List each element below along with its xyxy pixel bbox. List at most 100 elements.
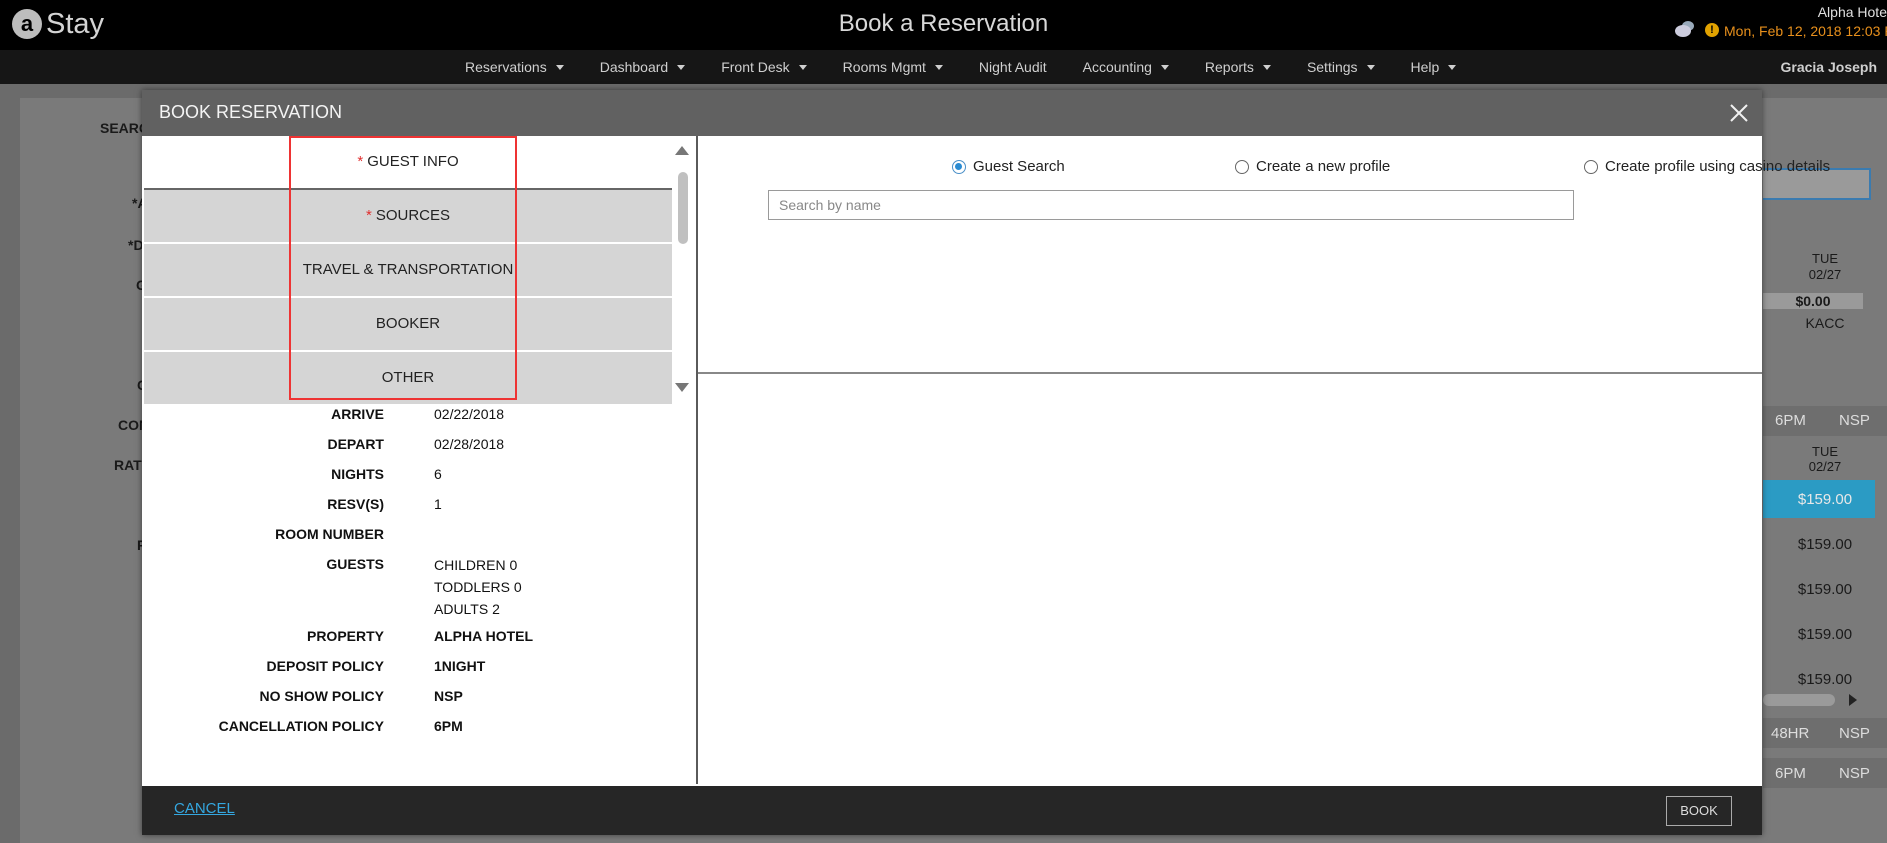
- guests-adults: ADULTS 2: [434, 601, 500, 617]
- dialog-title: BOOK RESERVATION: [159, 102, 343, 122]
- background-rate-grid: TUE 02/27 $0.00 KACC 6PM NSP TUE 02/27 4…: [1763, 108, 1887, 843]
- bg-code: KACC: [1805, 315, 1845, 331]
- radio-label: Create profile using casino details: [1605, 158, 1831, 175]
- detail-label: PROPERTY: [306, 628, 384, 644]
- bg-date: 02/27: [1808, 459, 1842, 474]
- bg-price: $159.00: [1797, 536, 1853, 553]
- radio-label: Guest Search: [973, 158, 1065, 175]
- highlight-box: [289, 136, 517, 400]
- chevron-down-icon: [1262, 64, 1271, 70]
- scroll-right-icon: [1849, 694, 1857, 706]
- nav-item-rooms-mgmt[interactable]: Rooms Mgmt: [843, 59, 943, 75]
- bg-label: RATI: [114, 457, 146, 473]
- search-by-name-input[interactable]: [768, 190, 1574, 220]
- detail-label: NIGHTS: [331, 466, 384, 482]
- detail-value: 6: [434, 466, 442, 482]
- detail-label: ARRIVE: [331, 406, 384, 422]
- radio-label: Create a new profile: [1256, 158, 1391, 175]
- detail-label: DEPOSIT POLICY: [266, 658, 384, 674]
- book-reservation-dialog: BOOK RESERVATION * GUEST INFO * SOURCES TRAV…: [142, 90, 1830, 835]
- dialog-footer: CANCEL BOOK: [142, 786, 1762, 835]
- nav-item-help[interactable]: Help: [1411, 59, 1457, 75]
- reservation-sidebar: * GUEST INFO * SOURCES TRAVEL & TRANSPORTATI…: [144, 136, 698, 784]
- detail-value: 02/22/2018: [434, 406, 505, 422]
- bg-cell-48hr: 48HR: [1771, 725, 1810, 742]
- nav-item-label: Reservations: [465, 59, 547, 75]
- bg-cell-nsp: NSP: [1839, 725, 1870, 742]
- radio-button[interactable]: [1235, 159, 1249, 174]
- detail-value: 1NIGHT: [434, 658, 486, 674]
- detail-label: DEPART: [327, 436, 384, 452]
- nav-menu: Reservations Dashboard Front Desk Rooms Mgm…: [465, 50, 1492, 84]
- bg-day: TUE: [1812, 251, 1838, 266]
- main-nav: Reservations Dashboard Front Desk Rooms Mgm…: [0, 50, 1887, 84]
- user-name[interactable]: Gracia Joseph: [1781, 59, 1878, 75]
- detail-label: CANCELLATION POLICY: [218, 718, 384, 734]
- scroll-up-icon[interactable]: [675, 146, 689, 155]
- alert-icon[interactable]: !: [1705, 23, 1719, 37]
- nav-item-label: Night Audit: [978, 59, 1047, 75]
- bg-price: $159.00: [1797, 581, 1853, 598]
- bg-cell-6pm: 6PM: [1775, 765, 1806, 782]
- guests-toddlers: TODDLERS 0: [434, 579, 522, 595]
- nav-item-label: Settings: [1306, 59, 1358, 75]
- bg-date: 02/27: [1808, 267, 1842, 282]
- book-button[interactable]: BOOK: [1666, 796, 1732, 826]
- nav-item-reservations[interactable]: Reservations: [465, 59, 564, 75]
- nav-item-settings[interactable]: Settings: [1307, 59, 1375, 75]
- nav-item-label: Rooms Mgmt: [842, 59, 926, 75]
- current-datetime: Mon, Feb 12, 2018 12:03 PM: [1724, 23, 1887, 39]
- guests-children: CHILDREN 0: [434, 557, 518, 573]
- bg-cell-nsp: NSP: [1839, 412, 1870, 429]
- detail-label: ROOM NUMBER: [275, 526, 384, 542]
- guest-search-pane: Guest Search Create a new profile Create…: [698, 136, 1830, 374]
- chevron-down-icon: [555, 64, 564, 70]
- chevron-down-icon: [934, 64, 943, 70]
- chevron-down-icon: [1160, 64, 1169, 70]
- nav-item-front-desk[interactable]: Front Desk: [721, 59, 807, 75]
- cancel-button[interactable]: CANCEL: [174, 800, 235, 817]
- bg-amount: $0.00: [1763, 293, 1863, 309]
- detail-value: 02/28/2018: [434, 436, 505, 452]
- scrollbar-thumb[interactable]: [678, 172, 688, 244]
- chevron-down-icon: [798, 64, 807, 70]
- bg-price: $159.00: [1797, 671, 1853, 688]
- nav-item-accounting[interactable]: Accounting: [1083, 59, 1169, 75]
- radio-create-new-profile[interactable]: Create a new profile: [1235, 158, 1390, 175]
- nav-item-label: Accounting: [1082, 59, 1152, 75]
- bg-cell-nsp: NSP: [1839, 765, 1870, 782]
- radio-button[interactable]: [1584, 159, 1598, 174]
- page-title: Book a Reservation: [838, 10, 1049, 37]
- radio-guest-search[interactable]: Guest Search: [952, 158, 1065, 175]
- nav-item-reports[interactable]: Reports: [1205, 59, 1271, 75]
- radio-create-profile-casino[interactable]: Create profile using casino details: [1584, 158, 1830, 175]
- detail-value: 1: [434, 496, 442, 512]
- detail-label: RESV(S): [327, 496, 384, 512]
- detail-label: GUESTS: [326, 556, 384, 572]
- weather-icon: [1675, 21, 1694, 37]
- nav-item-label: Help: [1410, 59, 1440, 75]
- close-icon[interactable]: [1728, 102, 1750, 124]
- chevron-down-icon: [1366, 64, 1375, 70]
- chevron-down-icon: [1448, 64, 1457, 70]
- chevron-down-icon: [677, 64, 686, 70]
- detail-label: NO SHOW POLICY: [259, 688, 384, 704]
- bg-price: $159.00: [1797, 626, 1853, 643]
- nav-item-label: Dashboard: [599, 59, 669, 75]
- scroll-down-icon[interactable]: [675, 383, 689, 392]
- top-header: a Stay Book a Reservation Alpha Hote ! M…: [0, 0, 1887, 50]
- bg-day: TUE: [1812, 444, 1838, 459]
- bg-price: $159.00: [1797, 491, 1853, 508]
- nav-item-label: Reports: [1204, 59, 1254, 75]
- nav-item-dashboard[interactable]: Dashboard: [600, 59, 686, 75]
- detail-value: NSP: [434, 688, 463, 704]
- nav-item-night-audit[interactable]: Night Audit: [979, 59, 1047, 75]
- radio-button[interactable]: [952, 159, 966, 174]
- detail-value: 6PM: [434, 718, 463, 734]
- bg-scrollbar: [1763, 694, 1835, 706]
- detail-value: ALPHA HOTEL: [434, 628, 534, 644]
- dialog-header: BOOK RESERVATION: [142, 90, 1762, 136]
- bg-cell-6pm: 6PM: [1775, 412, 1806, 429]
- nav-item-label: Front Desk: [721, 59, 790, 75]
- hotel-name: Alpha Hote: [1817, 4, 1887, 20]
